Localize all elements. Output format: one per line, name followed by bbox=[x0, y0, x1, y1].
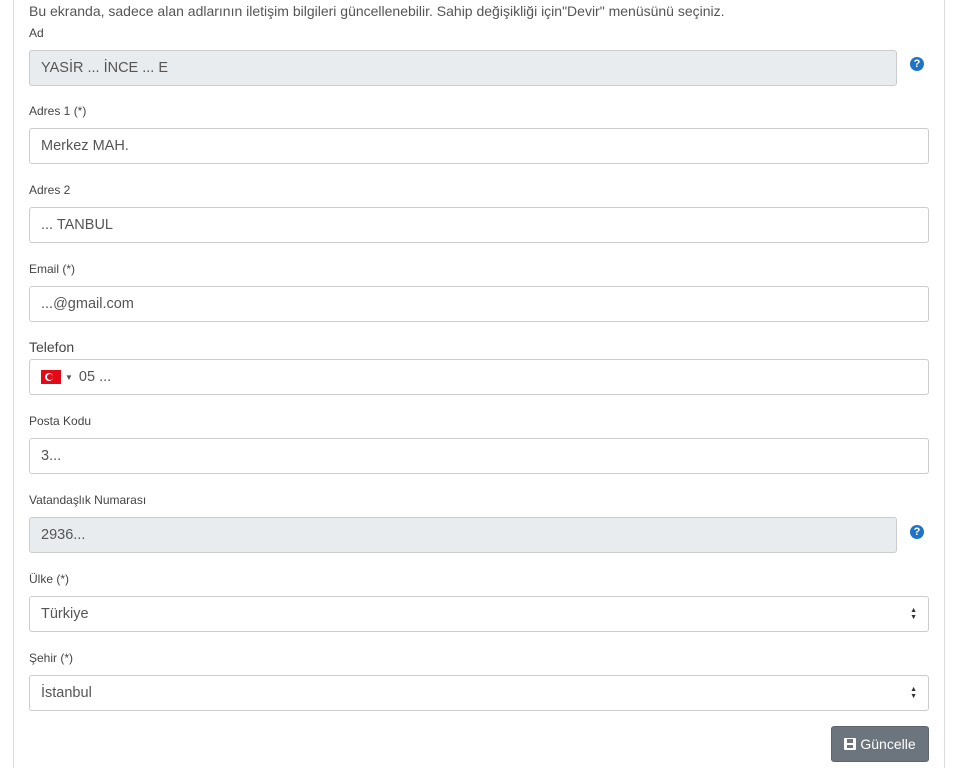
ulke-value: Türkiye bbox=[41, 606, 89, 622]
adres2-value: ... TANBUL bbox=[41, 217, 113, 233]
ad-field: YASİR ... İNCE ... E bbox=[29, 50, 897, 86]
guncelle-button[interactable]: Güncelle bbox=[831, 726, 929, 762]
vatandaslik-field: 2936... bbox=[29, 517, 897, 553]
select-arrows-icon: ▲ ▼ bbox=[910, 607, 917, 621]
telefon-input[interactable]: ▼ 05 ... bbox=[29, 359, 929, 395]
email-label: Email (*) bbox=[29, 262, 76, 276]
question-circle-icon[interactable]: ? bbox=[910, 57, 924, 71]
posta-kodu-value: 3... bbox=[41, 448, 62, 464]
caret-down-icon[interactable]: ▼ bbox=[65, 373, 73, 382]
vatandaslik-value: 2936... bbox=[41, 527, 86, 543]
sehir-label: Şehir (*) bbox=[29, 651, 74, 665]
adres1-value: Merkez MAH. bbox=[41, 138, 129, 154]
ulke-select[interactable]: Türkiye ▲ ▼ bbox=[29, 596, 929, 632]
vatandaslik-label: Vatandaşlık Numarası bbox=[29, 493, 147, 507]
ad-label: Ad bbox=[29, 26, 44, 40]
adres2-input[interactable]: ... TANBUL bbox=[29, 207, 929, 243]
email-input[interactable]: ...@gmail.com bbox=[29, 286, 929, 322]
question-circle-icon[interactable]: ? bbox=[910, 525, 924, 539]
save-icon bbox=[844, 738, 857, 750]
sehir-select[interactable]: İstanbul ▲ ▼ bbox=[29, 675, 929, 711]
adres1-label: Adres 1 (*) bbox=[29, 104, 87, 118]
info-text: Bu ekranda, sadece alan adlarının iletiş… bbox=[29, 3, 725, 19]
select-arrows-icon: ▲ ▼ bbox=[910, 686, 917, 700]
posta-kodu-label: Posta Kodu bbox=[29, 414, 92, 428]
telefon-label: Telefon bbox=[29, 339, 75, 355]
posta-kodu-input[interactable]: 3... bbox=[29, 438, 929, 474]
email-value: ...@gmail.com bbox=[41, 296, 134, 312]
adres2-label: Adres 2 bbox=[29, 183, 71, 197]
ulke-label: Ülke (*) bbox=[29, 572, 70, 586]
sehir-value: İstanbul bbox=[41, 685, 92, 701]
adres1-input[interactable]: Merkez MAH. bbox=[29, 128, 929, 164]
telefon-value: 05 ... bbox=[78, 369, 112, 385]
guncelle-label: Güncelle bbox=[860, 736, 916, 752]
turkey-flag-icon[interactable] bbox=[41, 370, 61, 384]
ad-value: YASİR ... İNCE ... E bbox=[41, 60, 169, 76]
